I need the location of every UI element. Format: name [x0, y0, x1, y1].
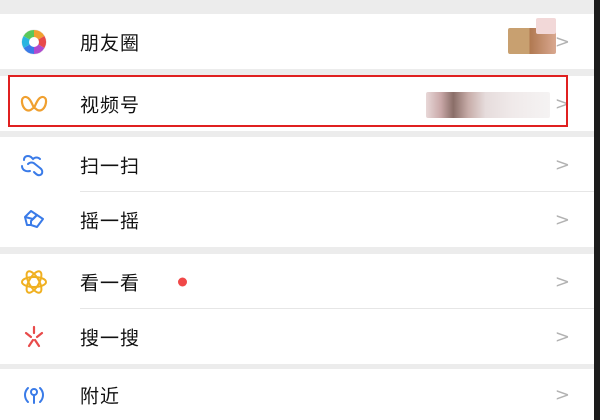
top-stories-icon — [18, 266, 50, 298]
menu-label-moments: 朋友圈 — [80, 32, 141, 54]
menu-label-shake: 摇一摇 — [80, 210, 141, 232]
menu-item-top-stories[interactable]: 看一看 > — [0, 254, 600, 309]
menu-item-scan[interactable]: 扫一扫 > — [0, 137, 600, 192]
menu-item-moments[interactable]: 朋友圈 > — [0, 14, 600, 69]
menu-label-scan: 扫一扫 — [80, 155, 141, 177]
shake-icon — [18, 204, 50, 236]
moments-icon — [18, 26, 50, 58]
menu-label-search: 搜一搜 — [80, 327, 141, 349]
menu-label-top-stories: 看一看 — [80, 272, 141, 294]
highlight-box — [8, 75, 568, 127]
menu-item-shake[interactable]: 摇一摇 > — [0, 192, 600, 247]
nearby-icon — [18, 379, 50, 411]
scan-icon — [18, 149, 50, 181]
chevron-right-icon: > — [554, 384, 570, 405]
scan-shake-group: 扫一扫 > 摇一摇 > — [0, 137, 600, 247]
discover-group: 看一看 > 搜一搜 > — [0, 254, 600, 364]
moments-group: 朋友圈 > — [0, 14, 600, 69]
chevron-right-icon: > — [554, 154, 570, 175]
menu-item-nearby[interactable]: 附近 > — [0, 369, 600, 420]
menu-label-nearby: 附近 — [80, 385, 121, 407]
chevron-right-icon: > — [554, 326, 570, 347]
moments-preview-thumbnail-2 — [536, 18, 556, 34]
menu-item-search[interactable]: 搜一搜 > — [0, 309, 600, 364]
nearby-group: 附近 > — [0, 369, 600, 420]
chevron-right-icon: > — [554, 271, 570, 292]
search-icon — [18, 321, 50, 353]
screen-edge — [594, 0, 600, 420]
chevron-right-icon: > — [554, 31, 570, 52]
new-content-badge — [178, 277, 187, 286]
chevron-right-icon: > — [554, 209, 570, 230]
header-strip — [0, 0, 600, 12]
